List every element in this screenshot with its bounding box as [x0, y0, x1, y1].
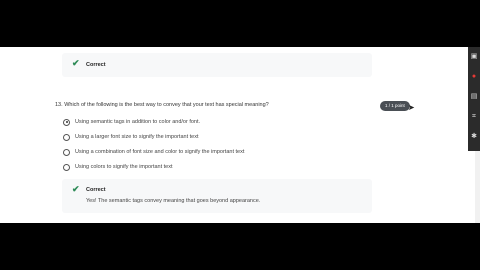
radio-unselected[interactable] [63, 148, 70, 156]
option-label: Using a combination of font size and col… [75, 149, 245, 155]
record-icon[interactable]: ● [470, 73, 478, 81]
settings-icon[interactable]: ✱ [470, 133, 478, 141]
answer-feedback-box: ✔ Correct Yes! The semantic tags convey … [62, 179, 372, 213]
question-text: 13. Which of the following is the best w… [55, 102, 269, 108]
option-label: Using colors to signify the important te… [75, 164, 173, 170]
answer-option-4[interactable]: Using colors to signify the important te… [63, 162, 173, 172]
answer-option-2[interactable]: Using a larger font size to signify the … [63, 132, 199, 142]
option-label: Using a larger font size to signify the … [75, 134, 199, 140]
question-prompt: Which of the following is the best way t… [64, 102, 269, 108]
radio-selected[interactable] [63, 118, 70, 126]
radio-unselected[interactable] [63, 163, 70, 171]
question-number: 13. [55, 102, 63, 108]
mouse-pointer-icon: ➤ [408, 103, 415, 112]
checkmark-icon: ✔ [72, 58, 80, 68]
points-badge: 1 / 1 point [380, 101, 410, 111]
option-label: Using semantic tags in addition to color… [75, 119, 201, 125]
crop-icon[interactable]: ⌗ [470, 113, 478, 121]
quiz-page: ✔ Correct 13. Which of the following is … [0, 47, 480, 223]
answer-option-3[interactable]: Using a combination of font size and col… [63, 147, 244, 157]
answer-option-1[interactable]: Using semantic tags in addition to color… [63, 117, 200, 127]
screen-tools-sidebar: ▣ ● ▤ ⌗ ✱ [468, 47, 480, 151]
previous-feedback-box: ✔ Correct [62, 53, 372, 77]
previous-feedback-status: Correct [86, 62, 106, 68]
camera-icon[interactable]: ▣ [470, 53, 478, 61]
radio-unselected[interactable] [63, 133, 70, 141]
image-icon[interactable]: ▤ [470, 93, 478, 101]
feedback-status: Correct [86, 187, 106, 193]
checkmark-icon: ✔ [72, 184, 80, 194]
feedback-explanation: Yes! The semantic tags convey meaning th… [86, 198, 261, 204]
